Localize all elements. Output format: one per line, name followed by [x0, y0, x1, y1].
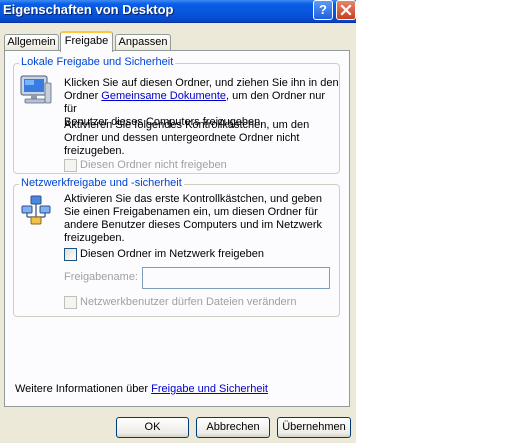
do-not-share-label: Diesen Ordner nicht freigeben: [80, 159, 227, 171]
local-paragraph2-line3: freizugeben.: [64, 145, 125, 157]
window-title: Eigenschaften von Desktop: [3, 2, 174, 17]
network-line3: andere Benutzer dieses Computers und im …: [64, 219, 323, 231]
tab-panel-freigabe: Lokale Freigabe und Sicherheit Klicken S…: [4, 50, 350, 407]
tab-allgemein[interactable]: Allgemein: [4, 34, 59, 51]
more-info-text: Weitere Informationen über Freigabe und …: [15, 383, 268, 395]
apply-button[interactable]: Übernehmen: [277, 417, 351, 438]
sharing-security-link[interactable]: Freigabe und Sicherheit: [151, 383, 268, 395]
local-paragraph1-line1: Klicken Sie auf diesen Ordner, und ziehe…: [64, 77, 339, 89]
allow-modify-checkbox[interactable]: [64, 296, 77, 309]
tab-anpassen[interactable]: Anpassen: [115, 34, 171, 51]
share-on-network-label: Diesen Ordner im Netzwerk freigeben: [80, 248, 265, 260]
do-not-share-checkbox[interactable]: [64, 159, 77, 172]
network-line2: Sie einen Freigabenamen ein, um diesen O…: [64, 206, 318, 218]
network-sharing-group-title: Netzwerkfreigabe und -sicherheit: [19, 177, 184, 189]
network-sharing-group: Netzwerkfreigabe und -sicherheit Aktivie…: [13, 177, 340, 317]
help-button[interactable]: ?: [313, 0, 333, 20]
close-button[interactable]: [336, 0, 356, 20]
close-icon: [337, 1, 355, 19]
computer-icon: [18, 73, 52, 107]
allow-modify-label: Netzwerkbenutzer dürfen Dateien veränder…: [80, 296, 297, 308]
cancel-button[interactable]: Abbrechen: [196, 417, 270, 438]
tab-freigabe[interactable]: Freigabe: [60, 31, 113, 52]
title-bar[interactable]: Eigenschaften von Desktop ?: [0, 0, 356, 23]
local-sharing-group-title: Lokale Freigabe und Sicherheit: [19, 56, 176, 68]
shared-documents-link[interactable]: Gemeinsame Dokumente: [101, 90, 226, 102]
properties-dialog: Eigenschaften von Desktop ? Allgemein Fr…: [0, 0, 356, 443]
network-share-icon: [21, 195, 51, 225]
local-paragraph2-line2: Ordner und dessen untergeordnete Ordner …: [64, 132, 300, 144]
local-paragraph1-line2: Ordner Gemeinsame Dokumente, um den Ordn…: [64, 90, 339, 116]
local-paragraph2-line1: Aktivieren Sie folgendes Kontrollkästche…: [64, 119, 310, 131]
more-info-prefix: Weitere Informationen über: [15, 383, 152, 395]
network-sharing-description: Aktivieren Sie das erste Kontrollkästche…: [64, 193, 339, 245]
network-line4: freizugeben.: [64, 232, 125, 244]
share-on-network-checkbox[interactable]: [64, 248, 77, 261]
local-sharing-group: Lokale Freigabe und Sicherheit Klicken S…: [13, 56, 340, 174]
local-sharing-paragraph-2: Aktivieren Sie folgendes Kontrollkästche…: [64, 119, 339, 158]
ok-button[interactable]: OK: [116, 417, 189, 438]
network-line1: Aktivieren Sie das erste Kontrollkästche…: [64, 193, 323, 205]
share-name-input[interactable]: [142, 267, 330, 289]
share-name-label: Freigabename:: [64, 271, 138, 283]
local-paragraph1-pre: Ordner: [64, 90, 102, 102]
